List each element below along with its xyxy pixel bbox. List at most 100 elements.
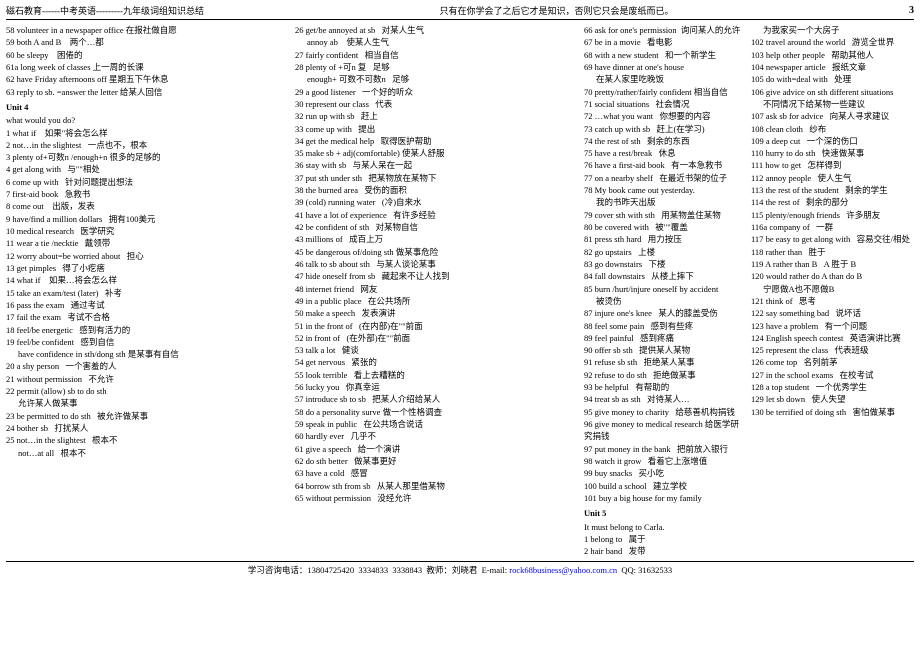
header-left: 磁石教育------中考英语---------九年级词组知识总结 [6, 4, 204, 17]
entry: 为我家买一个大房子 [751, 24, 914, 36]
entry: 23 be permitted to do sth 被允许做某事 [6, 410, 291, 422]
entry: 101 buy a big house for my family [584, 492, 747, 504]
page-header: 磁石教育------中考英语---------九年级词组知识总结 只有在你学会了… [6, 4, 914, 20]
entry: 被烫伤 [584, 295, 747, 307]
entry: 45 be dangerous of/doing sth 做某事危险 [295, 246, 580, 258]
entry: 70 pretty/rather/fairly confident 相当自信 [584, 86, 747, 98]
entry: 11 wear a tie /necktie 戴领带 [6, 237, 291, 249]
entry: 宁愿做A也不愿做B [751, 283, 914, 295]
entry: 120 would rather do A than do B [751, 270, 914, 282]
entry: 80 be covered with 被""覆盖 [584, 221, 747, 233]
entry: 33 come up with 提出 [295, 123, 580, 135]
entry: 107 ask sb for advice 向某人寻求建议 [751, 110, 914, 122]
entry: 17 fail the exam 考试不合格 [6, 311, 291, 323]
entry: 20 a shy person 一个害羞的人 [6, 360, 291, 372]
column-2: 26 get/be annoyed at sb 对某人生气 annoy ab 使… [295, 24, 580, 557]
entry: 29 a good listener 一个好的听众 [295, 86, 580, 98]
entry: 53 talk a lot 健谈 [295, 344, 580, 356]
entry: 60 be sleepy 困倦的 [6, 49, 291, 61]
entry: 102 travel around the world 游览全世界 [751, 36, 914, 48]
entry: 58 volunteer in a newspaper office 在报社做自… [6, 24, 291, 36]
entry: 48 internet friend 网友 [295, 283, 580, 295]
entry: 63 have a cold 感冒 [295, 467, 580, 479]
entry: 117 be easy to get along with 容易交往/相处 [751, 233, 914, 245]
entry: 104 newspaper article 报纸文章 [751, 61, 914, 73]
entry: 63 reply to sb. =answer the letter 给某人回信 [6, 86, 291, 98]
content-area: 58 volunteer in a newspaper office 在报社做自… [6, 24, 914, 557]
entry: 43 millions of 成百上万 [295, 233, 580, 245]
entry: 24 bother sb 打扰某人 [6, 422, 291, 434]
entry: 103 help other people 帮助其他人 [751, 49, 914, 61]
entry: 在某人家里吃晚饭 [584, 73, 747, 85]
footer-email[interactable]: rock68business@yahoo.com.cn [509, 565, 617, 575]
entry: 100 build a school 建立学校 [584, 480, 747, 492]
entry: 98 watch it grow 看着它上涨增值 [584, 455, 747, 467]
entry: 我的书昨天出版 [584, 196, 747, 208]
entry: 122 say something bad 说坏话 [751, 307, 914, 319]
entry: 34 get the medical help 取得医护帮助 [295, 135, 580, 147]
page-footer: 学习咨询电话：13804725420 3334833 3338843 教师：刘晓… [6, 561, 914, 576]
entry: 2 not…in the slightest 一点也不，根本 [6, 139, 291, 151]
entry: 130 be terrified of doing sth 害怕做某事 [751, 406, 914, 418]
entry: 67 be in a movie 看电影 [584, 36, 747, 48]
entry: 允许某人做某事 [6, 397, 291, 409]
entry: 18 feel/be energetic 感到有活力的 [6, 324, 291, 336]
entry: 42 be confident of sth 对某物自信 [295, 221, 580, 233]
entry: 121 think of 思考 [751, 295, 914, 307]
column-1: 58 volunteer in a newspaper office 在报社做自… [6, 24, 291, 557]
page-container: 磁石教育------中考英语---------九年级词组知识总结 只有在你学会了… [0, 0, 920, 580]
entry: 60 hardly ever 几乎不 [295, 430, 580, 442]
entry: 4 get along with 与""相处 [6, 163, 291, 175]
entry: 9 have/find a million dollars 拥有100美元 [6, 213, 291, 225]
column-3: 66 ask for one's permission 询问某人的允许 67 b… [584, 24, 914, 557]
entry: 59 speak in public 在公共场合说话 [295, 418, 580, 430]
entry: 47 hide oneself from sb 藏起来不让人找到 [295, 270, 580, 282]
unit-title-5: Unit 5 [584, 507, 747, 519]
entry: 30 represent our class 代表 [295, 98, 580, 110]
unit-title: Unit 4 [6, 101, 291, 113]
entry: 77 on a nearby shelf 在最近书架的位子 [584, 172, 747, 184]
entry: not…at all 根本不 [6, 447, 291, 459]
page-number: 3 [909, 5, 914, 16]
entry: 85 burn /hurt/injure oneself by accident [584, 283, 747, 295]
entry: 56 lucky you 你真幸运 [295, 381, 580, 393]
entry: 89 feel painful 感到疼痛 [584, 332, 747, 344]
entry: 129 let sb down 使人失望 [751, 393, 914, 405]
entry: 25 not…in the slightest 根本不 [6, 434, 291, 446]
entry: 112 annoy people 使人生气 [751, 172, 914, 184]
entry: 116a company of 一群 [751, 221, 914, 233]
entry: 16 pass the exam 通过考试 [6, 299, 291, 311]
entry: 3 plenty of+可数n /enough+n 很多的足够的 [6, 151, 291, 163]
entry: 113 the rest of the student 剩余的学生 [751, 184, 914, 196]
entry: 108 clean cloth 纱布 [751, 123, 914, 135]
entry: 79 cover sth with sth 用某物盖住某物 [584, 209, 747, 221]
entry: 32 run up with sb 赶上 [295, 110, 580, 122]
entry: 52 in front of (在外部)在""前面 [295, 332, 580, 344]
entry: 59 both A and B 两个…都 [6, 36, 291, 48]
entry: 41 have a lot of experience 有许多经验 [295, 209, 580, 221]
entry: 26 get/be annoyed at sb 对某人生气 [295, 24, 580, 36]
entry: 69 have dinner at one's house [584, 61, 747, 73]
entry: 65 without permission 没经允许 [295, 492, 580, 504]
entry: 1 what if 如果"将会怎么样 [6, 127, 291, 139]
entry: 94 treat sb as sth 对待某人… [584, 393, 747, 405]
entry: have confidence in sth/dong sth 是某事有自信 [6, 348, 291, 360]
entry: 6 come up with 针对问题提出想法 [6, 176, 291, 188]
entry: 118 rather than 胜于 [751, 246, 914, 258]
entry: 88 feel some pain 感到有些疼 [584, 320, 747, 332]
entry: 99 buy snacks 买小吃 [584, 467, 747, 479]
entry: annoy ab 使某人生气 [295, 36, 580, 48]
entry: 22 permit (allow) sb to do sth [6, 385, 291, 397]
entry: 13 get pimples 得了小疙瘩 [6, 262, 291, 274]
entry: 81 press sth hard 用力按压 [584, 233, 747, 245]
entry: 75 have a rest/break 休息 [584, 147, 747, 159]
entry: 54 get nervous 紧张的 [295, 356, 580, 368]
entry: 61 give a speech 给一个演讲 [295, 443, 580, 455]
unit-subtitle: what would you do? [6, 114, 291, 126]
entry: 115 plenty/enough friends 许多朋友 [751, 209, 914, 221]
entry: 51 in the front of (在内部)在""前面 [295, 320, 580, 332]
entry: 82 go upstairs 上楼 [584, 246, 747, 258]
entry: 10 medical research 医学研究 [6, 225, 291, 237]
entry: 73 catch up with sb 赶上(在学习) [584, 123, 747, 135]
entry: 66 ask for one's permission 询问某人的允许 [584, 24, 747, 36]
